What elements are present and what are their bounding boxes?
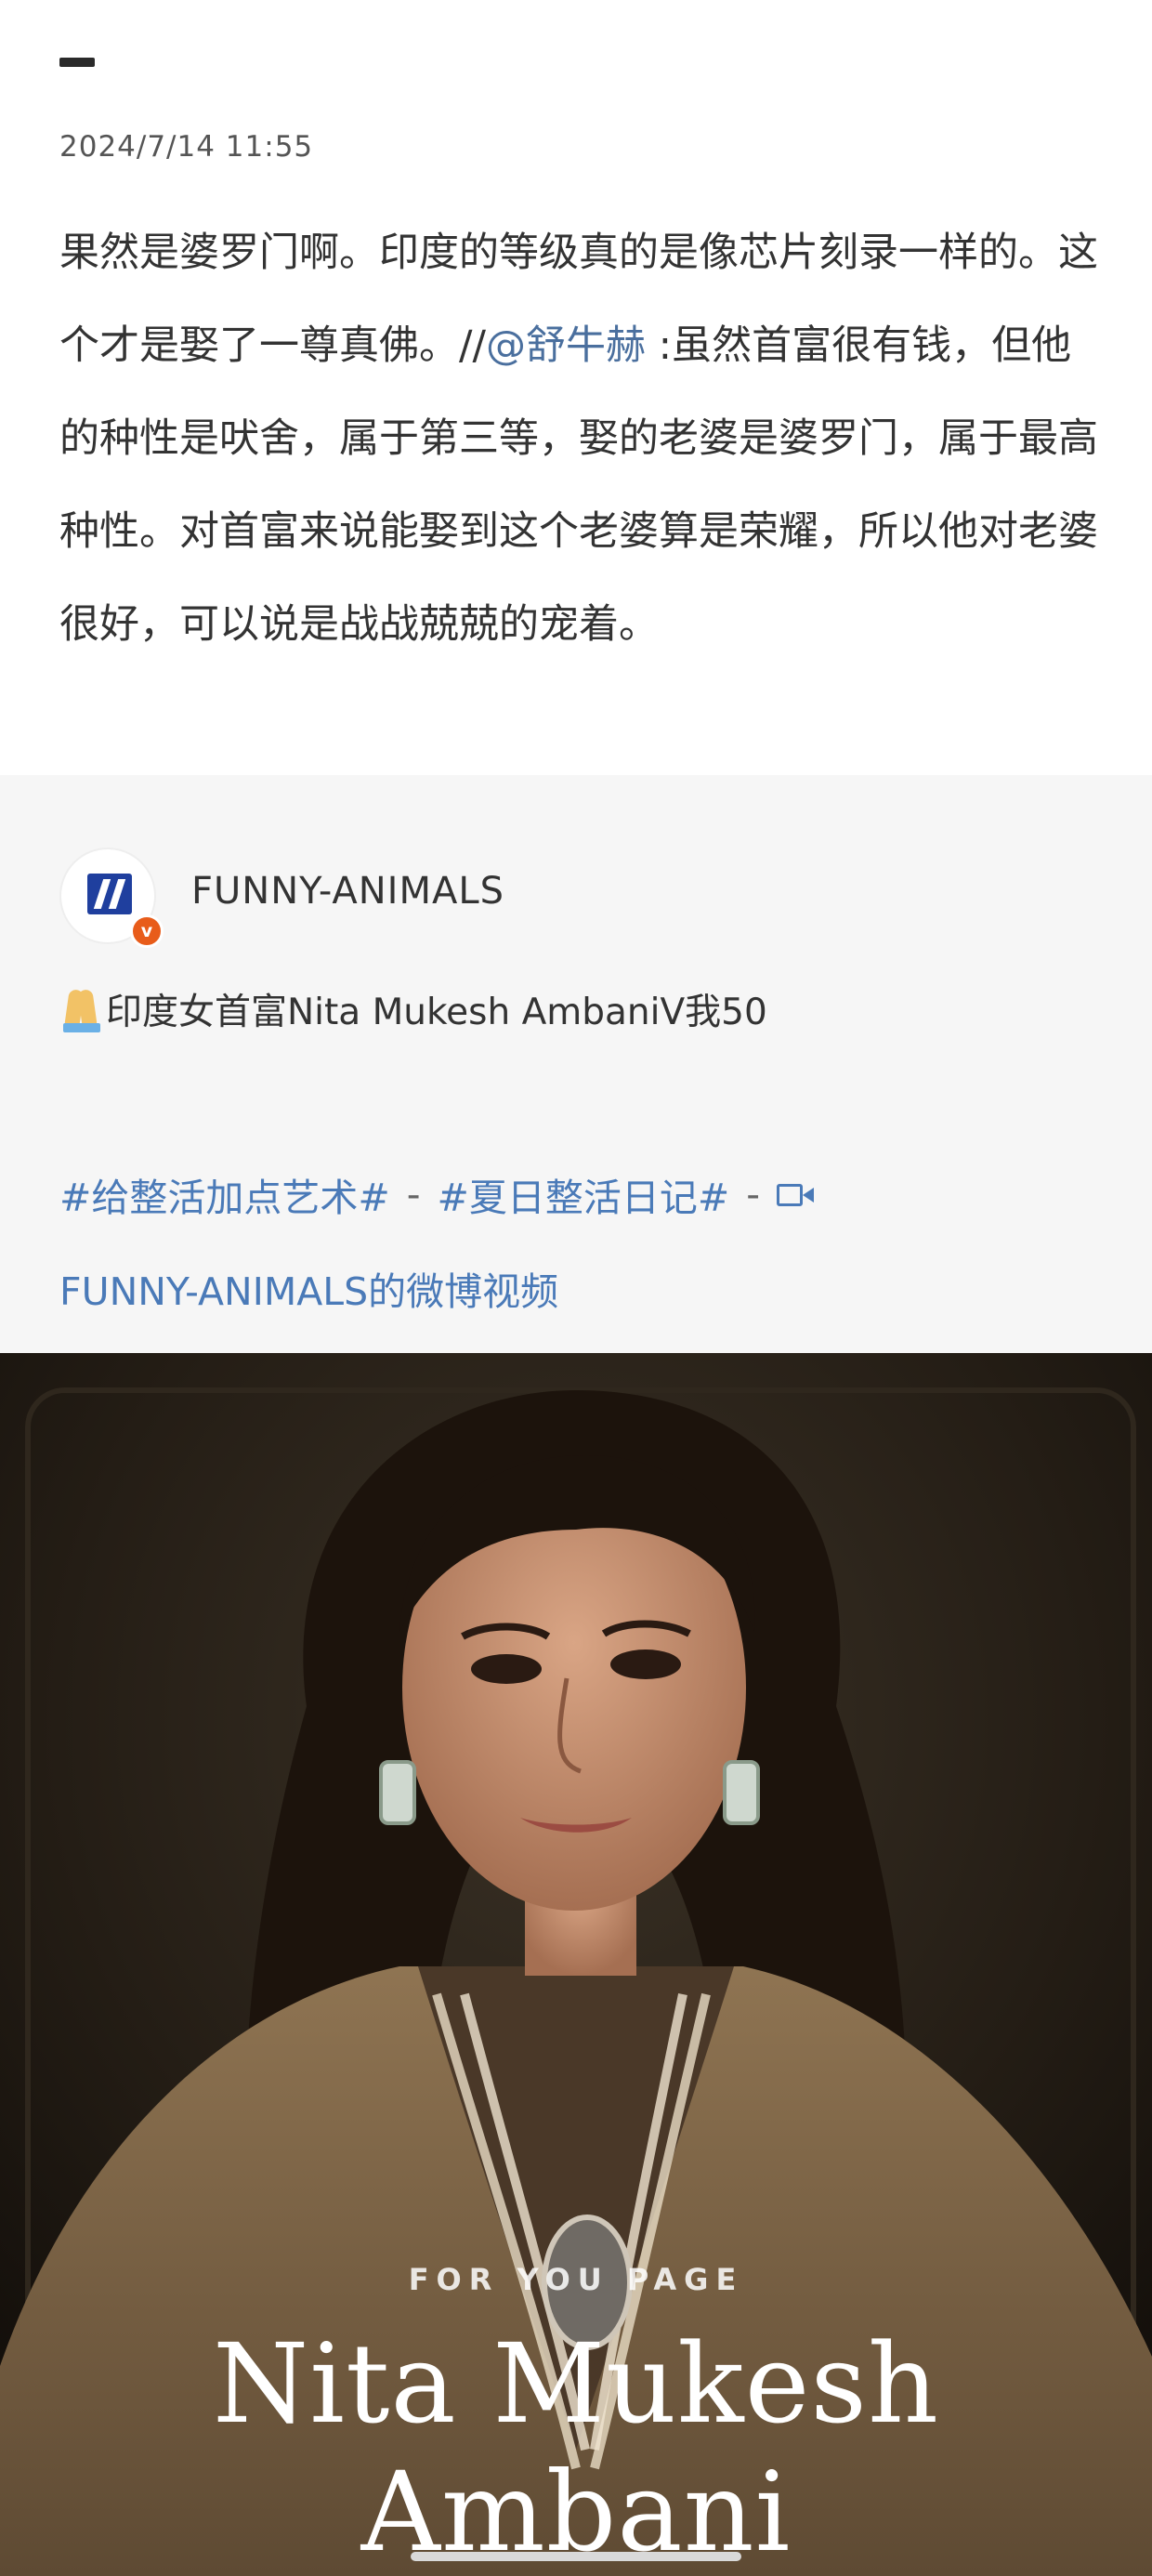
hashtag-link[interactable]: #夏日整活日记# xyxy=(438,1166,730,1222)
verified-badge-icon: v xyxy=(130,914,164,948)
weibo-post-page: 2024/7/14 11:55 果然是婆罗门啊。印度的等级真的是像芯片刻录一样的… xyxy=(0,0,1152,2576)
user-mention-link[interactable]: @舒牛赫 xyxy=(486,322,646,369)
post-text-part: :虽然首富很有钱，但他的种性是吠舍，属于第三等，娶的老婆是婆罗门，属于最高种性。… xyxy=(59,322,1098,648)
video-thumbnail[interactable]: FOR YOU PAGE Nita Mukesh Ambani xyxy=(0,1353,1152,2576)
pray-icon xyxy=(59,986,104,1032)
separator: - xyxy=(406,1172,421,1216)
post-body: 果然是婆罗门啊。印度的等级真的是像芯片刻录一样的。这个才是娶了一尊真佛。//@舒… xyxy=(59,206,1100,671)
repost-caption-text: 印度女首富Nita Mukesh AmbaniV我50 xyxy=(106,992,767,1033)
channel-logo-icon xyxy=(87,874,132,914)
hashtag-link[interactable]: #给整活加点艺术# xyxy=(59,1166,390,1222)
home-indicator[interactable] xyxy=(411,2552,741,2561)
video-overlay-subtitle: FOR YOU PAGE xyxy=(408,2262,744,2297)
video-overlay-title: Nita Mukesh Ambani xyxy=(213,2320,939,2576)
hashtag-row: #给整活加点艺术# - #夏日整活日记# - xyxy=(59,1166,816,1222)
video-source-link[interactable]: FUNNY-ANIMALS的微博视频 xyxy=(59,1260,558,1316)
back-dash-icon[interactable] xyxy=(59,58,95,67)
separator: - xyxy=(746,1172,761,1216)
repost-caption: 印度女首富Nita Mukesh AmbaniV我50 xyxy=(59,983,767,1035)
repost-username[interactable]: FUNNY-ANIMALS xyxy=(191,870,504,913)
post-timestamp: 2024/7/14 11:55 xyxy=(59,130,314,164)
video-camera-icon[interactable] xyxy=(777,1180,816,1208)
